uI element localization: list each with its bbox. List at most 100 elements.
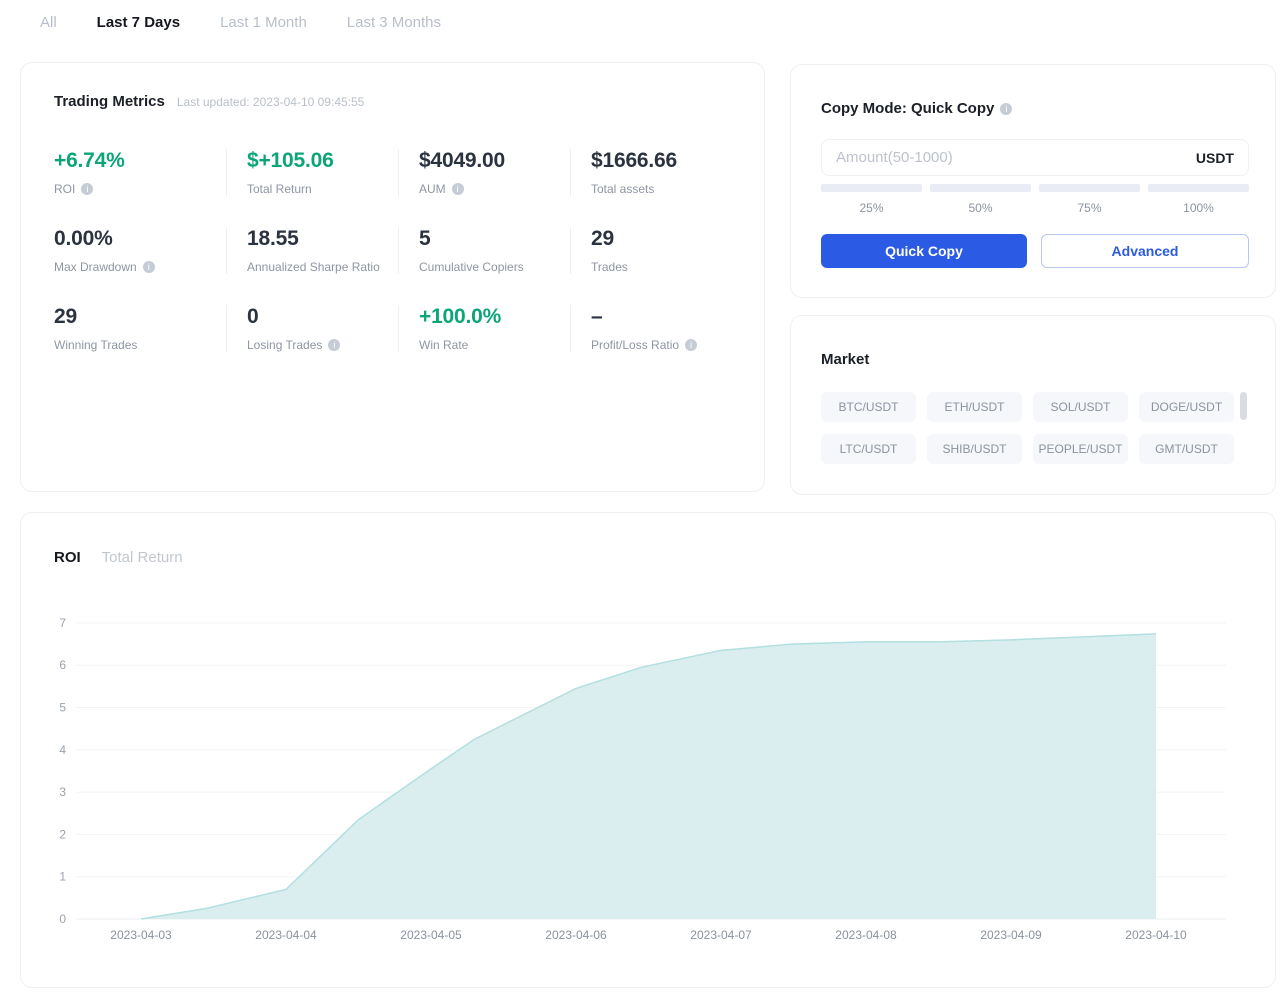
percent-bar-50[interactable] <box>930 184 1031 192</box>
metric-profit-loss-ratio: – Profit/Loss Ratio <box>570 305 742 352</box>
percent-label: 100% <box>1183 201 1214 215</box>
percent-option: 100% <box>1148 184 1249 215</box>
percent-bar-100[interactable] <box>1148 184 1249 192</box>
metric-value: +100.0% <box>419 305 502 328</box>
market-card: Market BTC/USDT ETH/USDT SOL/USDT DOGE/USDT… <box>790 315 1276 495</box>
y-tick-label: 3 <box>59 785 66 799</box>
period-tab-last-3-months[interactable]: Last 3 Months <box>347 14 441 31</box>
scrollbar-thumb[interactable] <box>1240 392 1247 420</box>
percent-selector: 25% 50% 75% 100% <box>821 184 1249 215</box>
copy-mode-card: Copy Mode: Quick Copy USDT 25% 50% 75% 1… <box>790 64 1276 298</box>
info-icon[interactable] <box>81 183 94 195</box>
metric-value: +6.74% <box>54 149 125 172</box>
trading-metrics-title: Trading Metrics <box>54 93 165 110</box>
metric-label: AUM <box>419 182 562 196</box>
metric-label: Win Rate <box>419 338 469 352</box>
percent-label: 75% <box>1077 201 1102 215</box>
metric-win-rate: +100.0% Win Rate <box>398 305 570 352</box>
metric-max-drawdown: 0.00% Max Drawdown <box>54 227 226 274</box>
info-icon[interactable] <box>685 339 698 351</box>
period-tab-last-1-month[interactable]: Last 1 Month <box>220 14 307 31</box>
metric-value: 29 <box>54 305 77 328</box>
copy-buttons-row: Quick Copy Advanced <box>821 234 1249 268</box>
market-pair-doge-usdt[interactable]: DOGE/USDT <box>1139 392 1234 422</box>
roi-area-chart: 0 1 2 3 4 5 6 7 2023-04-03 2023-04-04 2023-04-05 20… <box>59 616 1226 942</box>
amount-input-box: USDT <box>821 139 1249 176</box>
info-icon[interactable] <box>142 261 155 273</box>
metric-trades: 29 Trades <box>570 227 742 274</box>
percent-label: 25% <box>859 201 884 215</box>
percent-option: 75% <box>1039 184 1140 215</box>
metric-value: $+105.06 <box>247 149 334 172</box>
metric-value: – <box>591 305 603 328</box>
percent-bar-25[interactable] <box>821 184 922 192</box>
y-tick-label: 4 <box>59 743 66 757</box>
trading-metrics-header: Trading Metrics Last updated: 2023-04-10… <box>54 93 364 110</box>
chart-tab-total-return[interactable]: Total Return <box>102 549 183 566</box>
x-tick-label: 2023-04-03 <box>110 928 172 942</box>
metric-roi: +6.74% ROI <box>54 149 226 196</box>
y-tick-label: 7 <box>59 616 66 630</box>
metric-label: Winning Trades <box>54 338 138 352</box>
metric-label: Annualized Sharpe Ratio <box>247 260 380 274</box>
x-tick-label: 2023-04-09 <box>980 928 1042 942</box>
market-pair-shib-usdt[interactable]: SHIB/USDT <box>927 434 1022 464</box>
y-tick-label: 1 <box>59 870 66 884</box>
metric-label: Cumulative Copiers <box>419 260 524 274</box>
x-tick-label: 2023-04-08 <box>835 928 897 942</box>
metric-label: Max Drawdown <box>54 260 218 274</box>
metric-annualized-sharpe-ratio: 18.55 Annualized Sharpe Ratio <box>226 227 398 274</box>
info-icon[interactable] <box>451 183 464 195</box>
percent-label: 50% <box>968 201 993 215</box>
percent-bar-75[interactable] <box>1039 184 1140 192</box>
amount-input[interactable] <box>836 149 1196 166</box>
info-icon[interactable] <box>328 339 341 351</box>
metric-value: $4049.00 <box>419 149 505 172</box>
roi-chart-card: ROI Total Return 0 1 2 3 4 5 6 7 2023-04-03 2023-0… <box>20 512 1276 988</box>
metric-value: 5 <box>419 227 431 250</box>
metric-value: $1666.66 <box>591 149 677 172</box>
period-tab-last-7-days[interactable]: Last 7 Days <box>97 14 180 31</box>
market-pair-btc-usdt[interactable]: BTC/USDT <box>821 392 916 422</box>
metric-total-return: $+105.06 Total Return <box>226 149 398 196</box>
currency-label: USDT <box>1195 149 1234 166</box>
x-tick-label: 2023-04-04 <box>255 928 317 942</box>
metric-value: 0 <box>247 305 259 328</box>
percent-option: 25% <box>821 184 922 215</box>
market-pair-people-usdt[interactable]: PEOPLE/USDT <box>1033 434 1128 464</box>
y-tick-label: 0 <box>59 912 66 926</box>
chart-tab-roi[interactable]: ROI <box>54 549 81 566</box>
x-tick-label: 2023-04-05 <box>400 928 462 942</box>
copy-mode-title: Copy Mode: Quick Copy <box>821 100 995 117</box>
metric-label: Trades <box>591 260 628 274</box>
market-pair-eth-usdt[interactable]: ETH/USDT <box>927 392 1022 422</box>
metric-label: Total assets <box>591 182 655 196</box>
metric-losing-trades: 0 Losing Trades <box>226 305 398 352</box>
x-tick-label: 2023-04-07 <box>690 928 752 942</box>
x-tick-label: 2023-04-10 <box>1125 928 1187 942</box>
advanced-button[interactable]: Advanced <box>1041 234 1249 268</box>
y-tick-label: 6 <box>59 658 66 672</box>
metric-cumulative-copiers: 5 Cumulative Copiers <box>398 227 570 274</box>
quick-copy-button[interactable]: Quick Copy <box>821 234 1027 268</box>
y-tick-label: 2 <box>59 827 66 841</box>
market-pair-sol-usdt[interactable]: SOL/USDT <box>1033 392 1128 422</box>
info-icon[interactable] <box>1000 102 1013 115</box>
metric-value: 18.55 <box>247 227 299 250</box>
metric-total-assets: $1666.66 Total assets <box>570 149 742 196</box>
market-pair-gmt-usdt[interactable]: GMT/USDT <box>1139 434 1234 464</box>
market-pair-ltc-usdt[interactable]: LTC/USDT <box>821 434 916 464</box>
metric-label: Profit/Loss Ratio <box>591 338 734 352</box>
metric-value: 29 <box>591 227 614 250</box>
period-tab-bar: All Last 7 Days Last 1 Month Last 3 Months <box>40 14 441 31</box>
x-tick-label: 2023-04-06 <box>545 928 607 942</box>
metric-value: 0.00% <box>54 227 113 250</box>
trading-metrics-card: Trading Metrics Last updated: 2023-04-10… <box>20 62 765 492</box>
market-pair-list: BTC/USDT ETH/USDT SOL/USDT DOGE/USDT LTC/USD… <box>821 392 1234 464</box>
last-updated-text: Last updated: 2023-04-10 09:45:55 <box>176 95 365 109</box>
period-tab-all[interactable]: All <box>40 14 57 31</box>
metric-label: ROI <box>54 182 218 196</box>
chart-tab-bar: ROI Total Return <box>54 549 183 566</box>
metric-winning-trades: 29 Winning Trades <box>54 305 226 352</box>
metric-aum: $4049.00 AUM <box>398 149 570 196</box>
